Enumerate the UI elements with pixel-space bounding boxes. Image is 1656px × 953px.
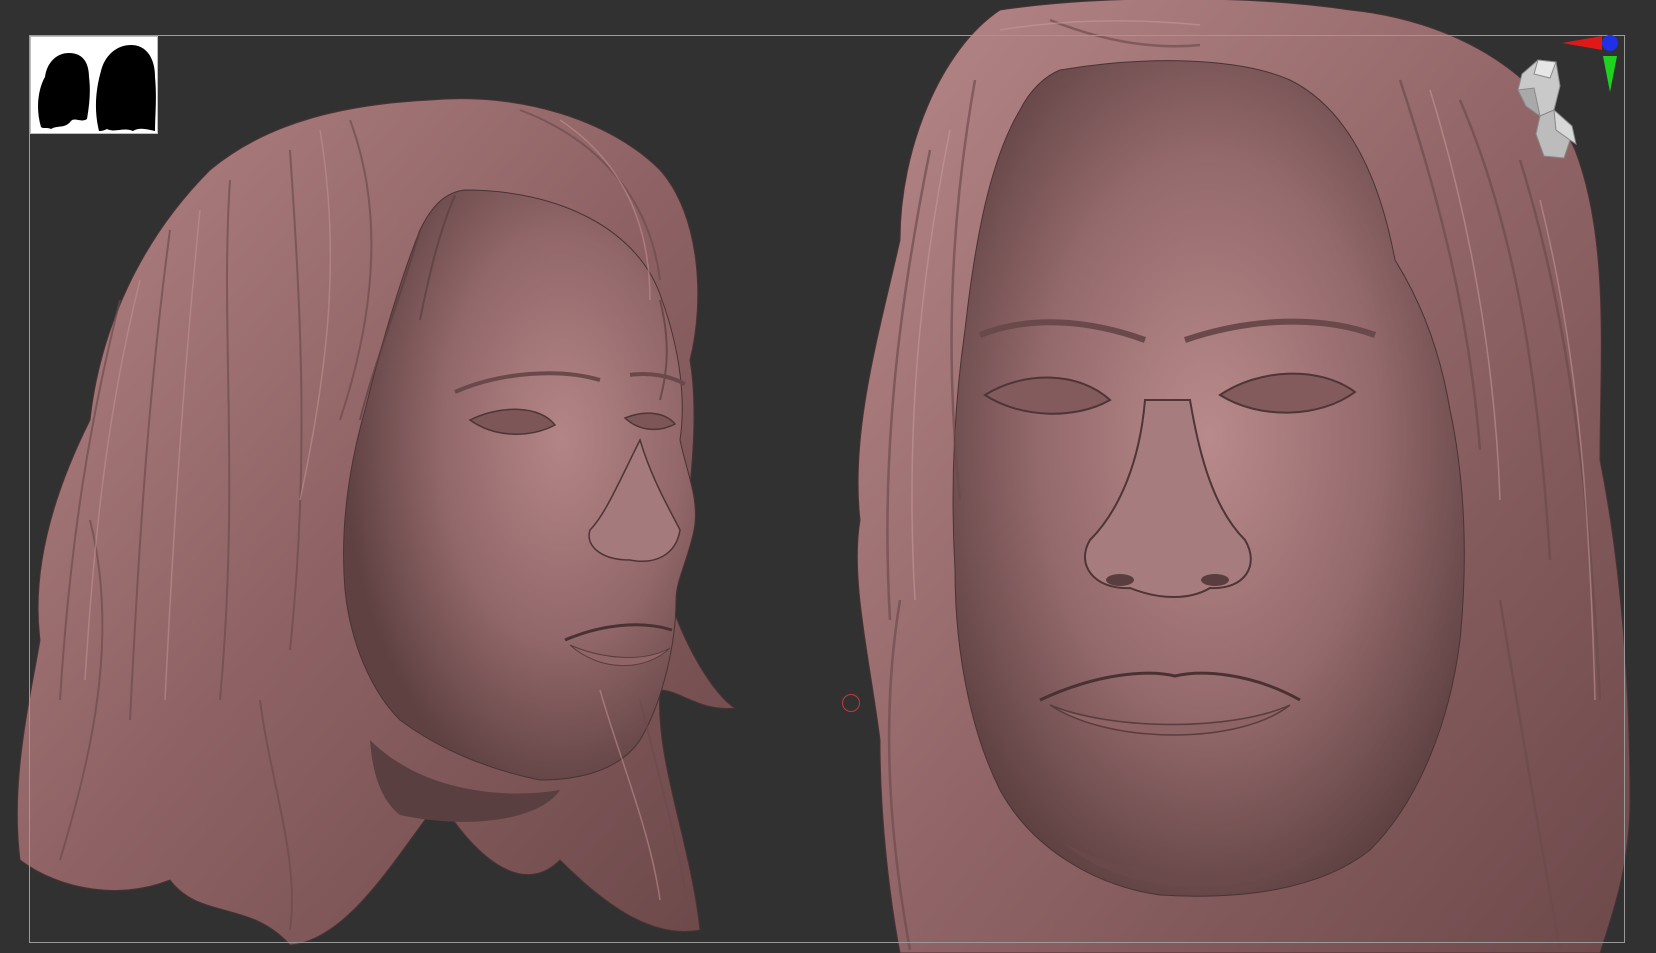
left-head-sculpt[interactable] [16,98,737,946]
document-viewport[interactable] [0,0,1656,953]
navigator-head [1517,59,1577,159]
sculpt-scene[interactable] [0,0,1656,953]
axis-x-arrow-icon [1562,36,1602,50]
axis-y-arrow-icon [1603,56,1617,92]
silhouette-thumbnail-icon[interactable] [30,36,158,134]
head-navigator-icon[interactable] [1510,30,1620,165]
pivot-circle-icon [842,694,860,712]
axis-z-dot-icon [1602,35,1618,51]
